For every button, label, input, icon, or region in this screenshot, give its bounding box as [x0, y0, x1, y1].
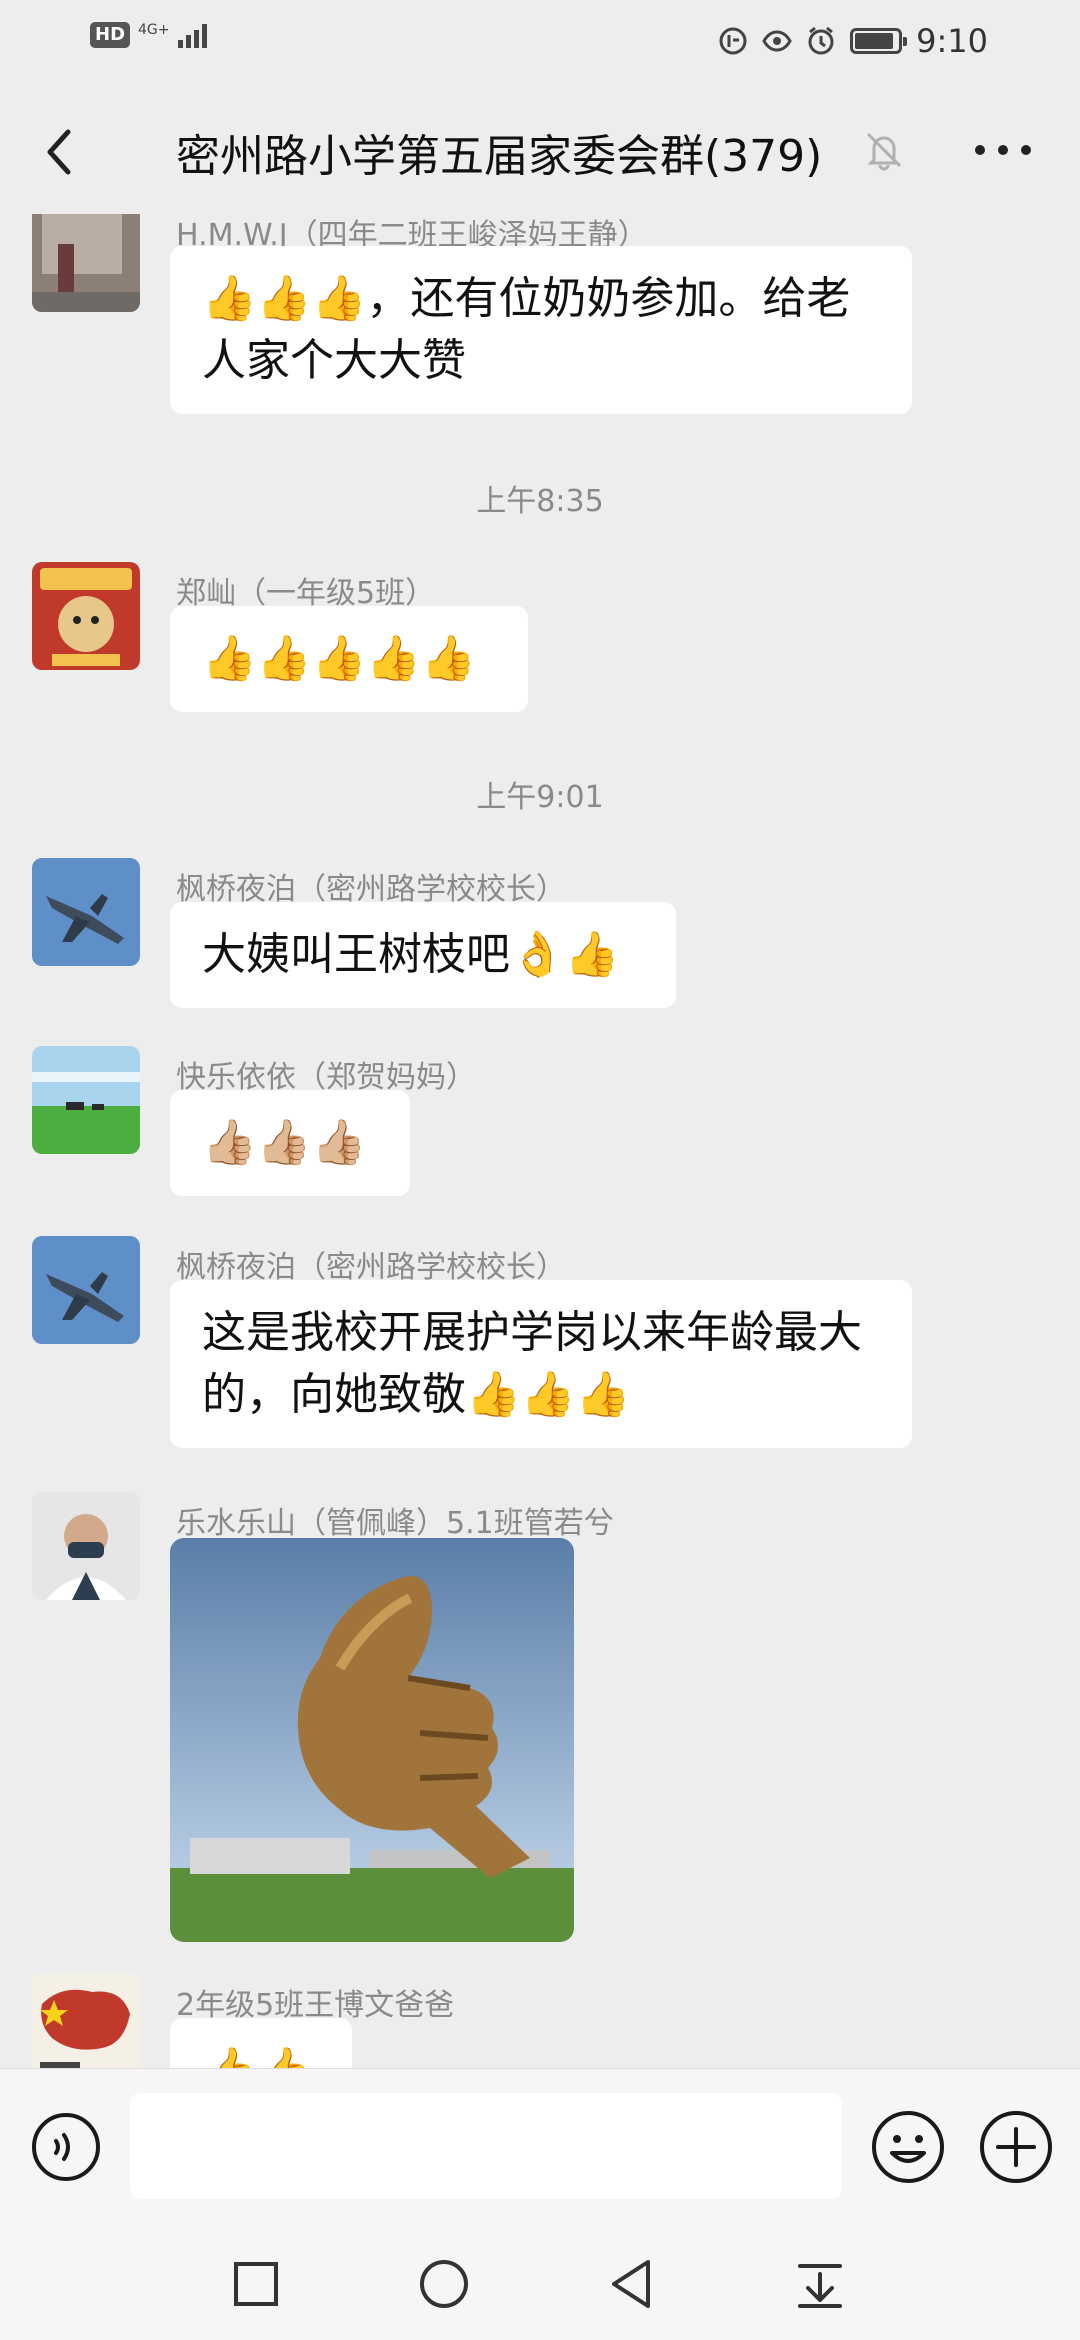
message-bubble[interactable]: 👍🏼👍🏼👍🏼	[170, 1090, 410, 1196]
data-saver-icon	[719, 27, 747, 55]
more-options-icon[interactable]	[968, 128, 1038, 172]
avatar[interactable]	[32, 858, 140, 966]
message-bubble[interactable]: 👍👍👍👍👍	[170, 606, 528, 712]
message-list[interactable]: H.M.W.J（四年二班王峻泽妈王静） 👍👍👍，还有位奶奶参加。给老人家个大大赞…	[0, 214, 1080, 2069]
battery-level	[855, 33, 894, 49]
message-bubble[interactable]: 这是我校开展护学岗以来年龄最大的，向她致敬👍👍👍	[170, 1280, 912, 1448]
image-message[interactable]	[170, 1538, 574, 1942]
muted-bell-icon	[866, 132, 902, 171]
timestamp: 上午9:01	[476, 780, 604, 815]
back-icon[interactable]	[30, 122, 90, 182]
battery-icon	[850, 28, 908, 54]
hd-icon: HD	[90, 22, 131, 48]
avatar[interactable]	[32, 1236, 140, 1344]
emoji-icon[interactable]	[870, 2109, 946, 2185]
notification-drawer-icon[interactable]	[792, 2256, 848, 2312]
eye-comfort-icon	[762, 30, 792, 52]
avatar[interactable]	[32, 1492, 140, 1600]
timestamp: 上午8:35	[476, 484, 604, 519]
alarm-icon	[808, 26, 834, 55]
message-bubble[interactable]: 大姨叫王树枝吧👌👍	[170, 902, 676, 1008]
message-input[interactable]	[130, 2093, 842, 2199]
status-bar: HD 4G+ 9:10	[0, 0, 1080, 84]
avatar[interactable]	[32, 1974, 140, 2069]
network-type: 4G+	[138, 22, 170, 38]
signal-icon	[177, 22, 207, 48]
status-right: 9:10	[718, 22, 988, 60]
home-icon[interactable]	[416, 2256, 472, 2312]
clock: 9:10	[916, 22, 988, 60]
avatar[interactable]	[32, 562, 140, 670]
message-bubble[interactable]: 👍👍👍，还有位奶奶参加。给老人家个大大赞	[170, 246, 912, 414]
avatar[interactable]	[32, 1046, 140, 1154]
add-icon[interactable]	[978, 2109, 1054, 2185]
nav-back-icon[interactable]	[604, 2256, 660, 2312]
chat-title: 密州路小学第五届家委会群(379)	[176, 131, 823, 182]
sender-name: 乐水乐山（管佩峰）5.1班管若兮	[176, 1506, 614, 1541]
voice-input-icon[interactable]	[30, 2111, 102, 2183]
system-nav-bar	[0, 2228, 1080, 2340]
chat-header: 密州路小学第五届家委会群(379)	[0, 100, 1080, 210]
avatar[interactable]	[32, 214, 140, 312]
recents-icon[interactable]	[228, 2256, 284, 2312]
input-bar	[0, 2068, 1080, 2229]
message-bubble[interactable]: 👍👍	[170, 2018, 352, 2069]
status-left: HD 4G+	[90, 22, 207, 48]
